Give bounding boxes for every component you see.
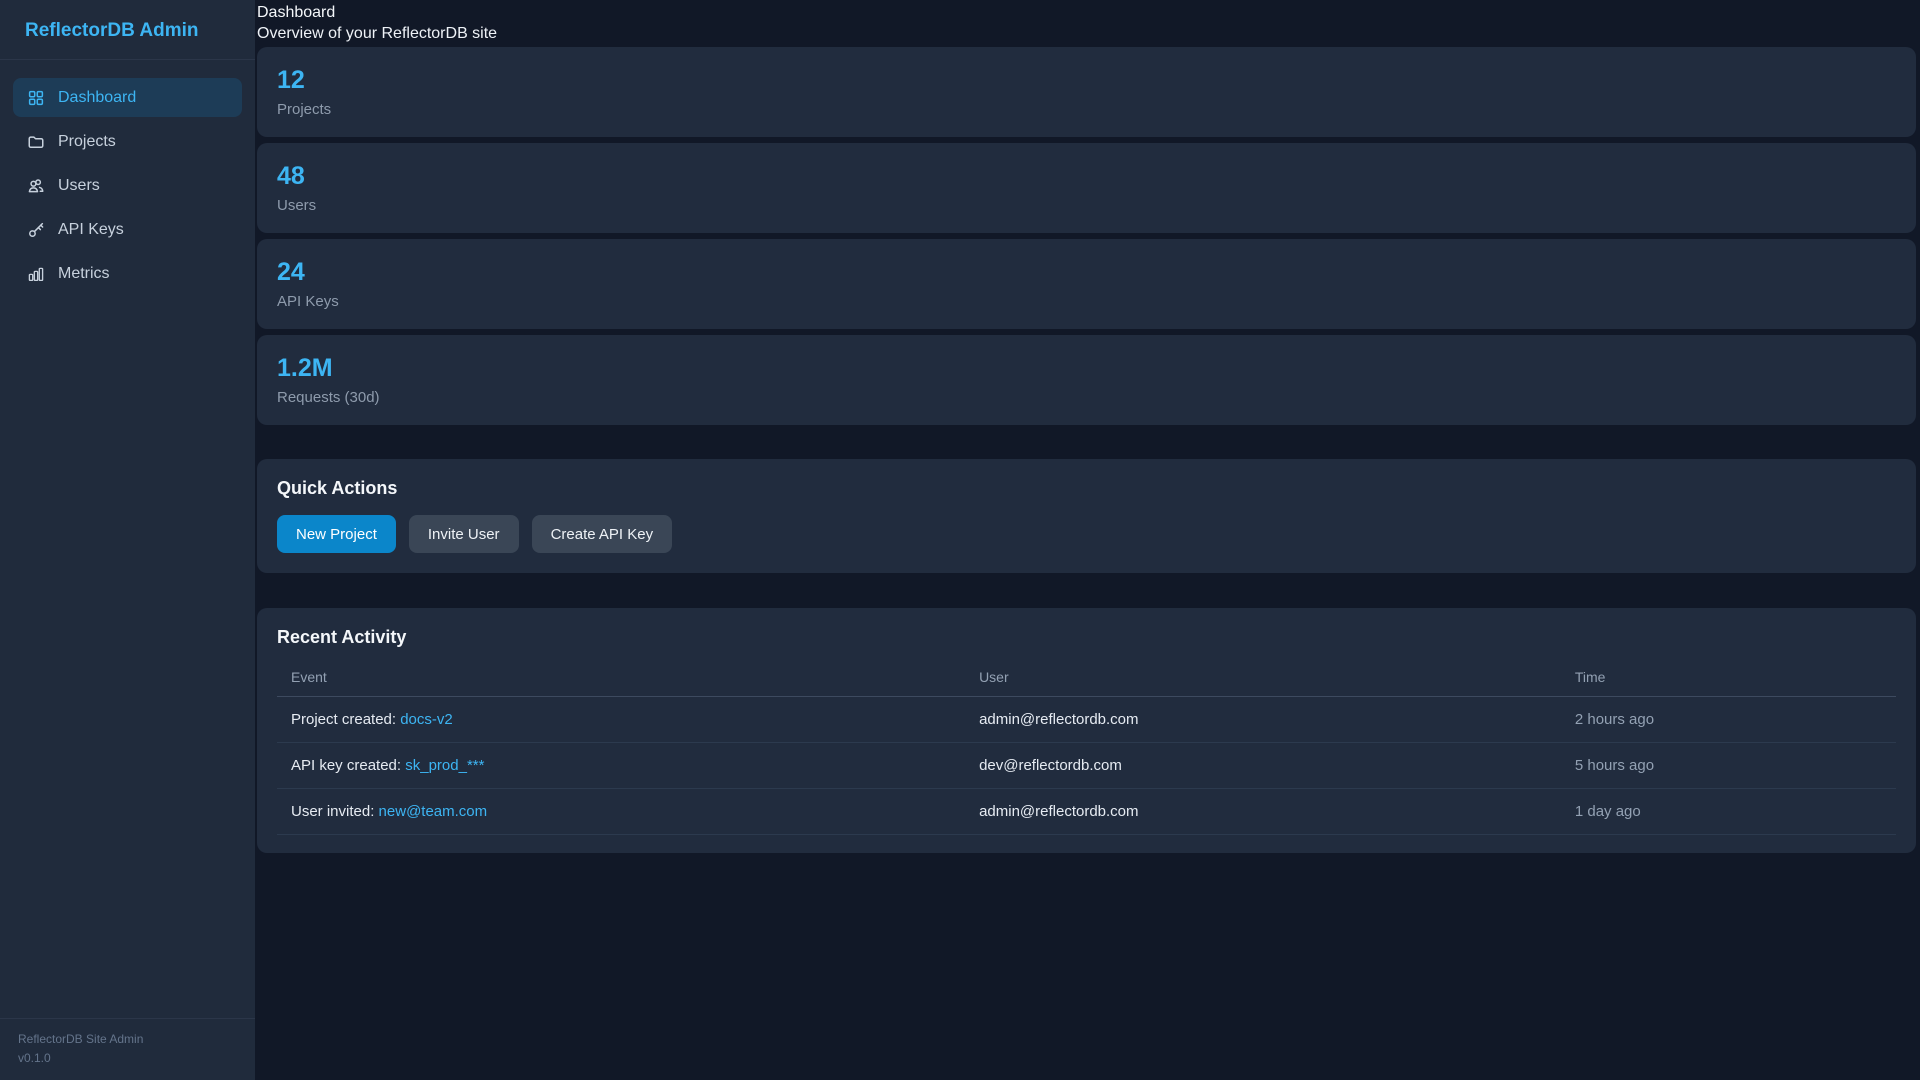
stat-label: Requests (30d) [277, 389, 380, 406]
new-project-button[interactable]: New Project [277, 515, 396, 553]
user-cell: dev@reflectordb.com [965, 742, 1561, 789]
event-text: Project created: [291, 711, 401, 728]
sidebar-item-label: Metrics [58, 264, 110, 282]
sidebar-item-label: API Keys [58, 220, 124, 238]
stat-card-users: 48 Users [257, 143, 1916, 233]
sidebar-item-label: Dashboard [58, 88, 137, 106]
sidebar-item-dashboard[interactable]: Dashboard [13, 78, 242, 117]
event-cell: User invited: new@team.com [277, 788, 966, 835]
recent-activity-title: Recent Activity [277, 627, 407, 647]
event-cell: API key created: sk_prod_*** [277, 742, 966, 789]
sidebar-item-label: Users [58, 176, 100, 194]
key-icon [27, 221, 45, 239]
event-link[interactable]: new@team.com [379, 803, 488, 820]
sidebar-item-label: Projects [58, 132, 116, 150]
sidebar-footer-title: ReflectorDB Site Admin [18, 1032, 144, 1046]
stat-label: Users [277, 197, 317, 214]
user-cell: admin@reflectordb.com [965, 788, 1561, 835]
sidebar-nav: Dashboard Projects Users API Keys Metric… [0, 60, 255, 293]
app-version: v0.1.0 [18, 1051, 51, 1065]
stat-card-api-keys: 24 API Keys [257, 239, 1916, 329]
bar-chart-icon [27, 265, 45, 283]
stats-section: 12 Projects 48 Users 24 API Keys 1.2M Re… [257, 47, 1916, 425]
event-link[interactable]: sk_prod_*** [405, 757, 484, 774]
app-title: ReflectorDB Admin [0, 0, 255, 60]
page-title: Dashboard [257, 4, 336, 21]
table-row: Project created: docs-v2 admin@reflector… [277, 696, 1896, 743]
event-link[interactable]: docs-v2 [400, 711, 453, 728]
stat-label: Projects [277, 101, 332, 118]
time-cell: 2 hours ago [1560, 696, 1896, 743]
invite-user-button[interactable]: Invite User [408, 515, 519, 553]
sidebar-item-projects[interactable]: Projects [13, 122, 242, 161]
page-header: Dashboard Overview of your ReflectorDB s… [257, 2, 1916, 44]
stat-value: 1.2M [277, 354, 333, 382]
column-header-time: Time [1560, 660, 1896, 697]
sidebar-item-api-keys[interactable]: API Keys [13, 210, 242, 249]
page-subtitle: Overview of your ReflectorDB site [257, 25, 498, 42]
app-root: ReflectorDB Admin Dashboard Projects Use… [0, 0, 1920, 1080]
users-icon [27, 177, 45, 195]
time-cell: 1 day ago [1560, 788, 1896, 835]
quick-actions-buttons: New Project Invite User Create API Key [277, 515, 1896, 553]
create-api-key-button[interactable]: Create API Key [531, 515, 673, 553]
column-header-user: User [965, 660, 1561, 697]
stat-card-projects: 12 Projects [257, 47, 1916, 137]
table-row: API key created: sk_prod_*** dev@reflect… [277, 742, 1896, 789]
sidebar-item-metrics[interactable]: Metrics [13, 254, 242, 293]
stat-value: 24 [277, 258, 305, 286]
quick-actions-title: Quick Actions [277, 478, 398, 498]
event-text: API key created: [291, 757, 406, 774]
column-header-event: Event [277, 660, 966, 697]
event-cell: Project created: docs-v2 [277, 696, 966, 743]
stat-value: 12 [277, 66, 305, 94]
table-header-row: Event User Time [277, 660, 1896, 697]
table-row: User invited: new@team.com admin@reflect… [277, 788, 1896, 835]
user-cell: admin@reflectordb.com [965, 696, 1561, 743]
event-text: User invited: [291, 803, 379, 820]
main-content: Dashboard Overview of your ReflectorDB s… [255, 0, 1920, 1080]
stat-label: API Keys [277, 293, 339, 310]
quick-actions-panel: Quick Actions New Project Invite User Cr… [257, 459, 1916, 573]
folder-icon [27, 133, 45, 151]
recent-activity-panel: Recent Activity Event User Time Project … [257, 608, 1916, 853]
dashboard-grid-icon [27, 89, 45, 107]
time-cell: 5 hours ago [1560, 742, 1896, 789]
activity-table: Event User Time Project created: docs-v2… [277, 660, 1896, 835]
sidebar: ReflectorDB Admin Dashboard Projects Use… [0, 0, 255, 1080]
sidebar-item-users[interactable]: Users [13, 166, 242, 205]
sidebar-footer: ReflectorDB Site Admin v0.1.0 [0, 1018, 255, 1080]
stat-value: 48 [277, 162, 305, 190]
stat-card-requests: 1.2M Requests (30d) [257, 335, 1916, 425]
